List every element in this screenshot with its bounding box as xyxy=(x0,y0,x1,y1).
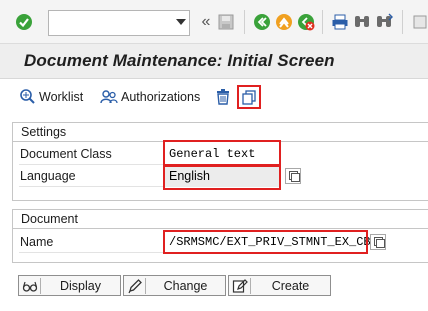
document-class-label: Document Class xyxy=(20,147,112,161)
cancel-icon[interactable] xyxy=(296,12,316,32)
overflow-icon[interactable]: « xyxy=(196,12,216,32)
find-icon[interactable] xyxy=(352,12,372,32)
group-divider xyxy=(13,228,428,229)
find-next-icon[interactable] xyxy=(374,12,394,32)
trash-can-icon xyxy=(214,88,232,106)
create-icon xyxy=(232,278,251,294)
users-icon xyxy=(100,88,118,106)
copy-icon xyxy=(242,90,256,105)
authorizations-label: Authorizations xyxy=(121,90,201,104)
authorizations-button[interactable]: Authorizations xyxy=(100,87,200,107)
exit-icon[interactable] xyxy=(274,12,294,32)
change-label: Change xyxy=(163,279,208,293)
toolbar-divider xyxy=(322,10,323,34)
document-group-title: Document xyxy=(21,212,78,226)
glasses-icon xyxy=(22,278,41,294)
toolbar-divider xyxy=(244,10,245,34)
row-underline xyxy=(19,252,164,253)
create-label: Create xyxy=(271,279,310,293)
worklist-label: Worklist xyxy=(39,90,84,104)
system-toolbar: « xyxy=(0,0,428,44)
name-label: Name xyxy=(20,235,54,249)
enter-icon[interactable] xyxy=(14,12,34,32)
value-help-icon[interactable] xyxy=(285,168,301,184)
pencil-icon xyxy=(127,278,146,294)
worklist-icon xyxy=(18,88,36,106)
row-underline xyxy=(19,164,164,165)
settings-group-title: Settings xyxy=(21,125,67,139)
copy-button[interactable] xyxy=(237,85,261,109)
toolbar-divider xyxy=(402,10,403,34)
display-label: Display xyxy=(60,279,101,293)
command-field[interactable] xyxy=(48,10,190,36)
back-icon[interactable] xyxy=(252,12,272,32)
value-help-icon[interactable] xyxy=(370,234,386,250)
row-underline xyxy=(19,186,164,187)
language-highlight xyxy=(163,164,281,190)
create-button[interactable]: Create xyxy=(228,275,331,296)
page-title: Document Maintenance: Initial Screen xyxy=(24,51,335,70)
chevron-down-icon[interactable] xyxy=(176,19,186,25)
name-highlight xyxy=(163,230,368,254)
change-button[interactable]: Change xyxy=(123,275,226,296)
language-label: Language xyxy=(20,169,76,183)
title-bar: Document Maintenance: Initial Screen xyxy=(0,44,428,78)
settings-group: Settings Document Class General text Lan… xyxy=(12,122,428,201)
first-page-icon[interactable] xyxy=(410,12,428,32)
save-icon[interactable] xyxy=(216,12,236,32)
application-toolbar: Worklist Authorizations xyxy=(0,79,428,113)
print-icon[interactable] xyxy=(330,12,350,32)
trash-icon[interactable] xyxy=(214,87,235,107)
document-group: Document Name /SRMSMC/EXT_PRIV_STMNT_EX_… xyxy=(12,209,428,263)
display-button[interactable]: Display xyxy=(18,275,121,296)
worklist-button[interactable]: Worklist xyxy=(18,87,83,107)
